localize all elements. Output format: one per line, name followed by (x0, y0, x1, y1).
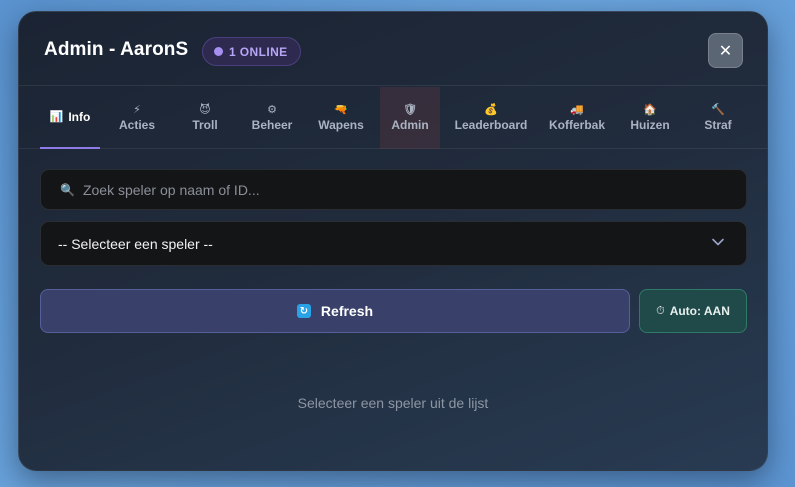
auto-refresh-label: Auto: AAN (669, 304, 730, 318)
refresh-label: Refresh (320, 303, 374, 319)
tab-label: Wapens (318, 118, 364, 132)
player-select-value: -- Selecteer een speler -- (58, 235, 213, 252)
stopwatch-icon: ⏱ (656, 304, 665, 317)
refresh-button[interactable]: ↻ Refresh (40, 289, 630, 333)
house-icon: 🏠 (643, 104, 657, 116)
online-count: 1 ONLINE (229, 44, 288, 59)
tab-info[interactable]: 📊 Info (40, 87, 100, 149)
tab-troll[interactable]: 😈 Troll (175, 87, 235, 149)
tab-label: Leaderboard (454, 118, 528, 132)
shield-icon: 🛡 (403, 104, 417, 116)
tab-label: Huizen (630, 118, 670, 132)
empty-state-message: Selecteer een speler uit de lijst (297, 395, 489, 411)
hammer-icon: 🔨 (711, 104, 725, 116)
online-badge: 1 ONLINE (202, 37, 301, 66)
troll-face-icon: 😈 (199, 104, 211, 116)
admin-panel: Admin - AaronS 1 ONLINE ✕ 📊 Info ⚡ Actie… (18, 11, 768, 471)
tab-wapens[interactable]: 🔫 Wapens (311, 87, 371, 149)
player-select[interactable]: -- Selecteer een speler -- (40, 221, 747, 266)
tab-label: Kofferbak (548, 118, 605, 132)
online-dot-icon (214, 47, 223, 56)
gear-icon: ⚙ (267, 104, 277, 116)
player-search: 🔍 (40, 169, 747, 210)
close-button[interactable]: ✕ (708, 33, 743, 68)
search-icon: 🔍 (60, 182, 75, 197)
panel-header: Admin - AaronS 1 ONLINE ✕ (19, 12, 767, 86)
tab-label: Troll (192, 118, 218, 132)
tab-leaderboard[interactable]: 💰 Leaderboard (450, 87, 532, 149)
tab-kofferbak[interactable]: 🚚 Kofferbak (545, 87, 609, 149)
auto-refresh-toggle[interactable]: ⏱ Auto: AAN (639, 289, 747, 333)
truck-icon: 🚚 (570, 104, 584, 116)
tab-label: Acties (118, 118, 156, 132)
tab-label: Admin (391, 118, 429, 132)
panel-title: Admin - AaronS (44, 39, 189, 60)
tab-huizen[interactable]: 🏠 Huizen (620, 87, 680, 149)
tab-label: Beheer (251, 118, 293, 132)
tab-beheer[interactable]: ⚙ Beheer (242, 87, 302, 149)
tab-label: Straf (704, 118, 732, 132)
refresh-icon: ↻ (296, 304, 311, 318)
chevron-down-icon (712, 238, 724, 246)
chart-icon: 📊 (49, 111, 64, 123)
money-bag-icon: 💰 (484, 104, 498, 116)
tab-admin[interactable]: 🛡 Admin (380, 87, 440, 149)
tab-bar: 📊 Info ⚡ Acties 😈 Troll ⚙ Beheer 🔫 Wapen… (19, 87, 767, 149)
tab-straf[interactable]: 🔨 Straf (688, 87, 748, 149)
lightning-icon: ⚡ (133, 104, 141, 116)
tab-acties[interactable]: ⚡ Acties (107, 87, 167, 149)
search-input[interactable] (82, 181, 683, 198)
tab-label: Info (68, 110, 91, 124)
gun-icon: 🔫 (334, 104, 348, 116)
